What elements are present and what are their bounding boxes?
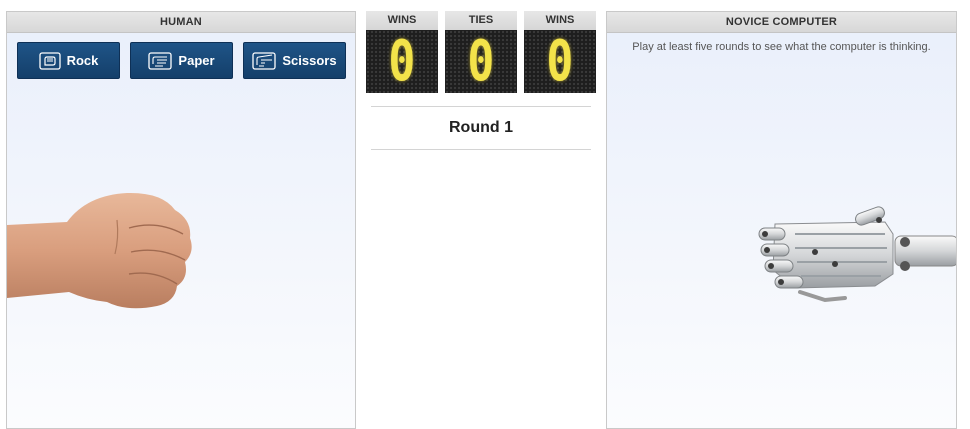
human-panel: HUMAN Rock Paper Scissors [6,11,356,429]
ties-score: TIES 0 [445,11,517,93]
human-wins-display: 0 [366,30,438,93]
ties-display: 0 [445,30,517,93]
paper-button-label: Paper [178,53,215,68]
computer-wins-score: WINS 0 [524,11,596,93]
computer-wins-value: 0 [546,28,574,94]
computer-wins-label: WINS [524,11,596,30]
rock-hand-icon [38,51,61,70]
rock-button[interactable]: Rock [17,42,120,79]
human-wins-value: 0 [388,28,416,94]
rock-button-label: Rock [66,53,99,68]
robot-fist-image [758,206,956,303]
human-wins-score: WINS 0 [366,11,438,93]
round-indicator: Round 1 [371,106,591,150]
ties-label: TIES [445,11,517,30]
human-wins-label: WINS [366,11,438,30]
scissors-hand-icon [252,51,277,70]
ties-value: 0 [467,28,495,94]
computer-panel: NOVICE COMPUTER Play at least five round… [606,11,957,429]
scissors-button-label: Scissors [282,53,337,68]
computer-panel-title: NOVICE COMPUTER [607,12,956,33]
computer-hint: Play at least five rounds to see what th… [632,41,931,53]
human-panel-title: HUMAN [7,12,355,33]
human-fist-image [7,192,192,309]
scissors-button[interactable]: Scissors [243,42,346,79]
computer-wins-display: 0 [524,30,596,93]
paper-button[interactable]: Paper [130,42,233,79]
paper-hand-icon [148,51,173,70]
